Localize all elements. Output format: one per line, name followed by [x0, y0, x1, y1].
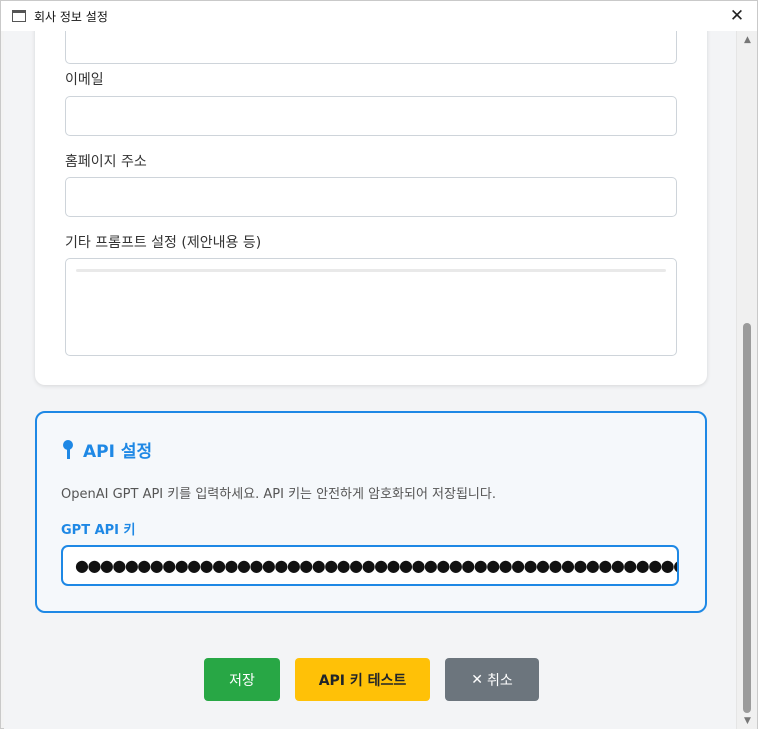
- textarea-placeholder-line: [76, 269, 666, 272]
- cancel-button[interactable]: ✕ 취소: [445, 658, 539, 701]
- api-key-label: GPT API 키: [61, 523, 136, 538]
- homepage-label: 홈페이지 주소: [65, 154, 147, 170]
- email-input[interactable]: [65, 96, 677, 136]
- prompt-label: 기타 프롬프트 설정 (제안내용 등): [65, 235, 262, 251]
- company-info-card: 이메일 홈페이지 주소 기타 프롬프트 설정 (제안내용 등): [35, 31, 707, 385]
- email-label: 이메일: [65, 72, 104, 88]
- settings-window: 회사 정보 설정 ✕ 이메일 홈페이지 주소 기타 프롬프트 설정 (제안내용 …: [0, 0, 758, 729]
- title-bar: 회사 정보 설정 ✕: [1, 1, 757, 31]
- save-button[interactable]: 저장: [204, 658, 280, 701]
- api-title: API 설정: [83, 442, 153, 462]
- scroll-thumb[interactable]: [743, 323, 751, 713]
- close-icon: ✕: [729, 6, 745, 26]
- window-title: 회사 정보 설정: [34, 9, 108, 24]
- scroll-down-arrow[interactable]: ▼: [737, 712, 758, 729]
- api-settings-card: API 설정 OpenAI GPT API 키를 입력하세요. API 키는 안…: [35, 411, 707, 613]
- vertical-scrollbar[interactable]: ▲ ▼: [736, 31, 757, 729]
- window-icon: [12, 10, 26, 22]
- x-icon: ✕: [471, 671, 483, 688]
- api-key-input[interactable]: ●●●●●●●●●●●●●●●●●●●●●●●●●●●●●●●●●●●●●●●●…: [61, 545, 679, 586]
- key-icon: [61, 439, 75, 460]
- homepage-input[interactable]: [65, 177, 677, 217]
- scroll-up-arrow[interactable]: ▲: [737, 31, 758, 49]
- api-heading: API 설정: [61, 437, 152, 462]
- prompt-textarea[interactable]: [65, 258, 677, 356]
- previous-field-input[interactable]: [65, 31, 677, 64]
- cancel-label: 취소: [486, 672, 513, 689]
- dialog-content: 이메일 홈페이지 주소 기타 프롬프트 설정 (제안내용 등) API 설정 O…: [4, 31, 736, 729]
- close-button[interactable]: ✕: [717, 1, 757, 31]
- api-description: OpenAI GPT API 키를 입력하세요. API 키는 안전하게 암호화…: [61, 487, 496, 502]
- api-test-button[interactable]: API 키 테스트: [295, 658, 430, 701]
